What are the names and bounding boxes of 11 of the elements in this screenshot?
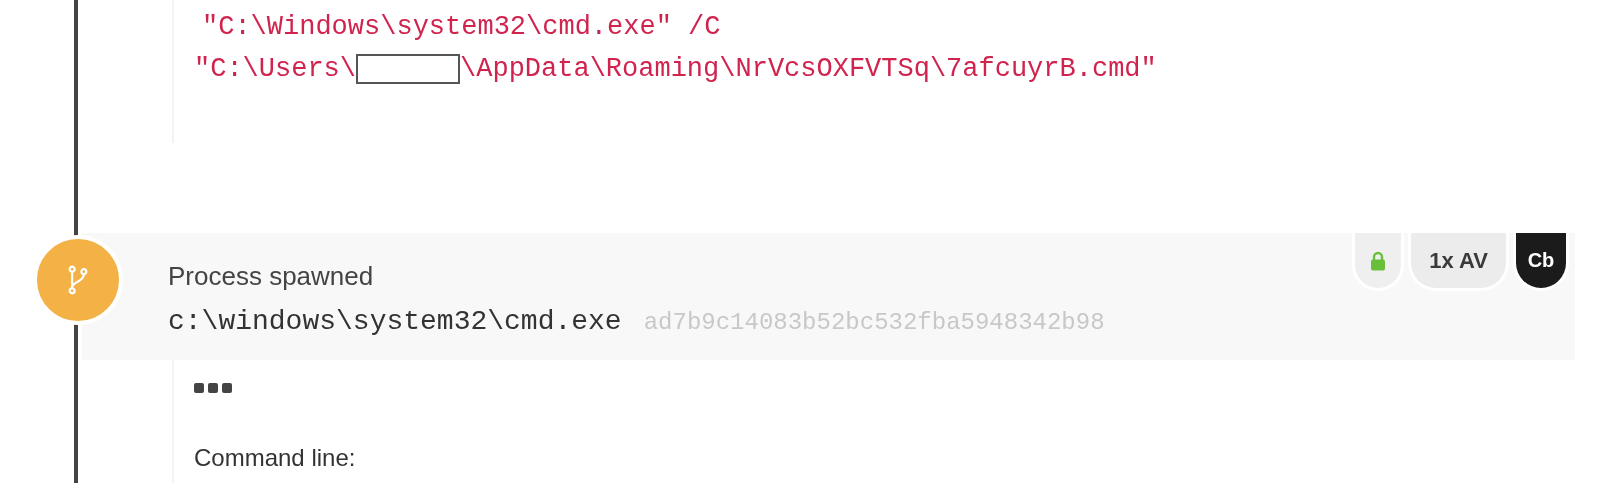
- command-line-text: "C:\Users\: [194, 54, 357, 84]
- event-title: Process spawned: [168, 261, 375, 292]
- process-path: c:\windows\system32\cmd.exe: [168, 306, 622, 337]
- command-line-text: \AppData\Roaming\NrVcsOXFVTSq\7afcuyrB.cmd": [460, 54, 1157, 84]
- av-badge: 1x AV: [1408, 233, 1509, 291]
- more-icon[interactable]: [194, 382, 232, 394]
- lock-icon: [1370, 250, 1387, 271]
- command-line-label: Command line:: [194, 444, 357, 472]
- source-badge: Cb: [1513, 233, 1569, 291]
- command-line-text: "C:\Windows\system32\cmd.exe" /C: [202, 12, 722, 42]
- fork-icon: [68, 264, 88, 296]
